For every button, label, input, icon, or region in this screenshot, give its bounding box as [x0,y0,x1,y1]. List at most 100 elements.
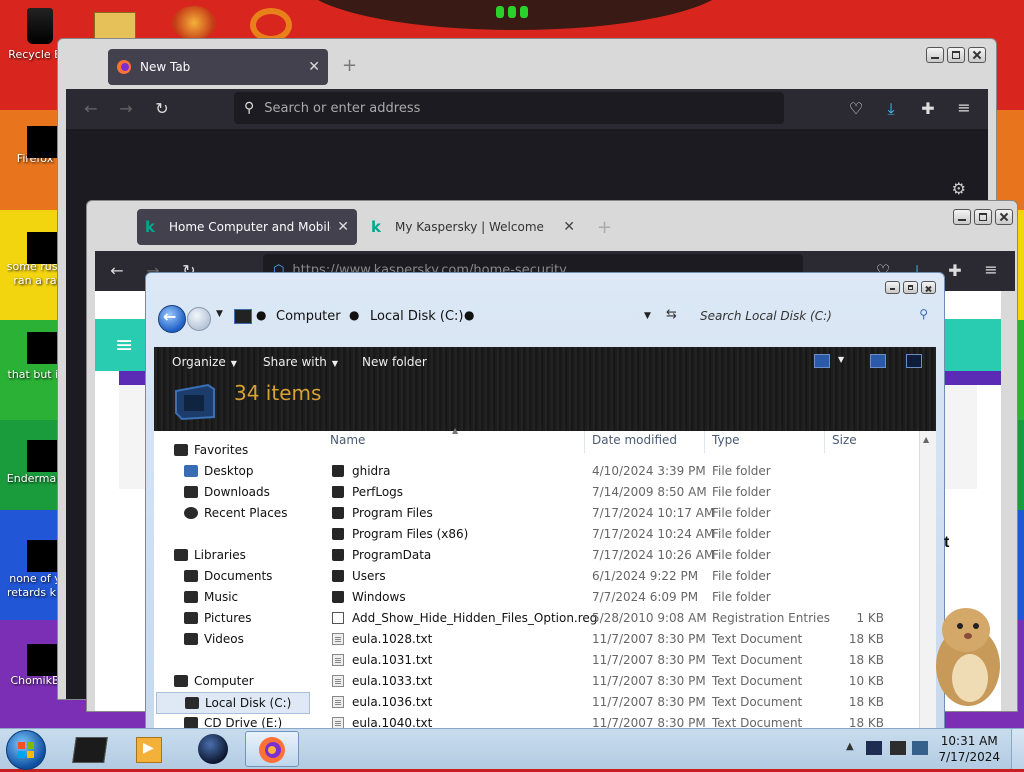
recent-pages-chevron-icon[interactable]: ▼ [216,309,223,319]
minimize-button[interactable] [953,209,971,225]
file-row[interactable]: eula.1033.txt 11/7/2007 8:30 PM Text Docum… [324,671,884,692]
pocket-icon[interactable]: ♡ [846,99,866,118]
view-options-chevron-icon[interactable]: ▼ [838,355,844,364]
close-tab-icon[interactable]: ✕ [563,219,575,235]
clock[interactable]: 10:31 AM 7/17/2024 [938,733,1000,765]
back-button[interactable] [158,305,186,333]
column-name[interactable]: Name [330,433,365,447]
share-with-button[interactable]: Share with ▼ [263,355,338,369]
taskbar-media-player[interactable]: ▶ [122,731,176,767]
file-type: File folder [712,590,771,604]
new-tab-button[interactable]: + [597,217,612,238]
nav-computer[interactable]: Computer [174,674,254,688]
settings-gear-icon[interactable]: ⚙ [952,179,966,198]
file-row[interactable]: Program Files 7/17/2024 10:17 AM File fold… [324,503,884,524]
column-date-modified[interactable]: Date modified [592,433,677,447]
back-arrow-icon[interactable]: ← [81,99,101,118]
download-icon[interactable]: ⤓ [881,99,901,119]
close-window-button[interactable] [921,281,936,294]
explorer-window[interactable]: ▼ ● Computer ● Local Disk (C:) ● ▼ ⇆ Sea… [145,272,945,734]
breadcrumb-separator[interactable]: ● [464,308,474,322]
taskbar-browser[interactable] [186,731,240,767]
tray-expand-icon[interactable]: ▲ [846,741,854,752]
file-row[interactable]: eula.1036.txt 11/7/2007 8:30 PM Text Docum… [324,692,884,713]
hamburger-menu-icon[interactable]: ≡ [115,333,133,358]
file-row[interactable]: PerfLogs 7/14/2009 8:50 AM File folder [324,482,884,503]
column-separator[interactable] [584,431,585,453]
menu-icon[interactable]: ≡ [981,260,1001,279]
extensions-icon[interactable]: ✚ [945,261,965,280]
back-arrow-icon[interactable]: ← [107,261,127,280]
nav-music[interactable]: Music [184,590,238,604]
nav-downloads[interactable]: Downloads [184,485,270,499]
column-size[interactable]: Size [832,433,857,447]
nav-libraries[interactable]: Libraries [174,548,246,562]
file-name: eula.1028.txt [352,632,433,646]
new-tab-button[interactable]: + [342,55,357,76]
text-file-icon [332,696,344,708]
breadcrumb-separator[interactable]: ● [256,308,266,322]
minimize-button[interactable] [885,281,900,294]
file-row[interactable]: eula.1031.txt 11/7/2007 8:30 PM Text Docum… [324,650,884,671]
column-separator[interactable] [704,431,705,453]
desktop-top-icon-2[interactable] [172,6,216,40]
nav-pictures[interactable]: Pictures [184,611,252,625]
maximize-button[interactable] [903,281,918,294]
forward-arrow-icon[interactable]: → [116,99,136,118]
address-bar[interactable]: ⚲ Search or enter address [234,92,784,124]
nav-label: Pictures [204,611,252,625]
nav-local-disk[interactable]: Local Disk (C:) [156,692,310,714]
organize-button[interactable]: Organize ▼ [172,355,237,369]
scroll-up-icon[interactable]: ▲ [923,435,929,444]
maximize-button[interactable] [974,209,992,225]
start-button[interactable] [6,730,46,770]
desktop-top-icon-3[interactable] [250,8,292,42]
change-view-icon[interactable] [814,354,830,368]
close-window-button[interactable] [968,47,986,63]
show-desktop-button[interactable] [1011,729,1024,769]
nav-videos[interactable]: Videos [184,632,244,646]
breadcrumb-separator[interactable]: ● [349,308,359,322]
minimize-button[interactable] [926,47,944,63]
extensions-icon[interactable]: ✚ [918,99,938,118]
breadcrumb-local-disk[interactable]: Local Disk (C:) [370,309,463,324]
nav-desktop[interactable]: Desktop [184,464,254,478]
breadcrumb-computer[interactable]: Computer [276,309,341,324]
column-type[interactable]: Type [712,433,740,447]
volume-icon[interactable] [912,741,928,755]
taskbar-firefox[interactable] [245,731,299,767]
preview-pane-icon[interactable] [870,354,886,368]
file-row[interactable]: Program Files (x86) 7/17/2024 10:24 AM Fil… [324,524,884,545]
reload-icon[interactable]: ↻ [152,99,172,118]
taskbar-explorer[interactable] [62,731,116,767]
nav-documents[interactable]: Documents [184,569,272,583]
tab-my-kaspersky[interactable]: k My Kaspersky | Welcome ✕ [363,209,583,245]
nav-recent-places[interactable]: Recent Places [184,506,287,520]
file-row[interactable]: Windows 7/7/2024 6:09 PM File folder [324,587,884,608]
network-icon[interactable] [890,741,906,755]
column-separator[interactable] [824,431,825,453]
file-row[interactable]: Add_Show_Hide_Hidden_Files_Option.reg 5/2… [324,608,884,629]
menu-icon[interactable]: ≡ [954,98,974,117]
kaspersky-tray-icon[interactable] [866,741,882,755]
file-row[interactable]: eula.1028.txt 11/7/2007 8:30 PM Text Docum… [324,629,884,650]
file-type: File folder [712,464,771,478]
file-name: ProgramData [352,548,432,562]
tab-kaspersky-home[interactable]: k Home Computer and Mobile Security ✕ [137,209,357,245]
close-window-button[interactable] [995,209,1013,225]
close-tab-icon[interactable]: ✕ [337,219,349,235]
new-folder-button[interactable]: New folder [362,355,427,369]
search-icon[interactable]: ⚲ [919,307,928,321]
file-row[interactable]: Users 6/1/2024 9:22 PM File folder [324,566,884,587]
help-icon[interactable] [906,354,922,368]
address-dropdown-icon[interactable]: ▼ [644,311,651,321]
forward-button[interactable] [187,307,211,331]
file-row[interactable]: ProgramData 7/17/2024 10:26 AM File folder [324,545,884,566]
maximize-button[interactable] [947,47,965,63]
close-tab-icon[interactable]: ✕ [308,59,320,75]
search-box[interactable]: Search Local Disk (C:) ⚲ [694,303,934,329]
nav-favorites[interactable]: Favorites [174,443,248,457]
tab-new-tab[interactable]: New Tab ✕ [108,49,328,85]
file-row[interactable]: ghidra 4/10/2024 3:39 PM File folder [324,461,884,482]
refresh-icon[interactable]: ⇆ [666,307,677,322]
